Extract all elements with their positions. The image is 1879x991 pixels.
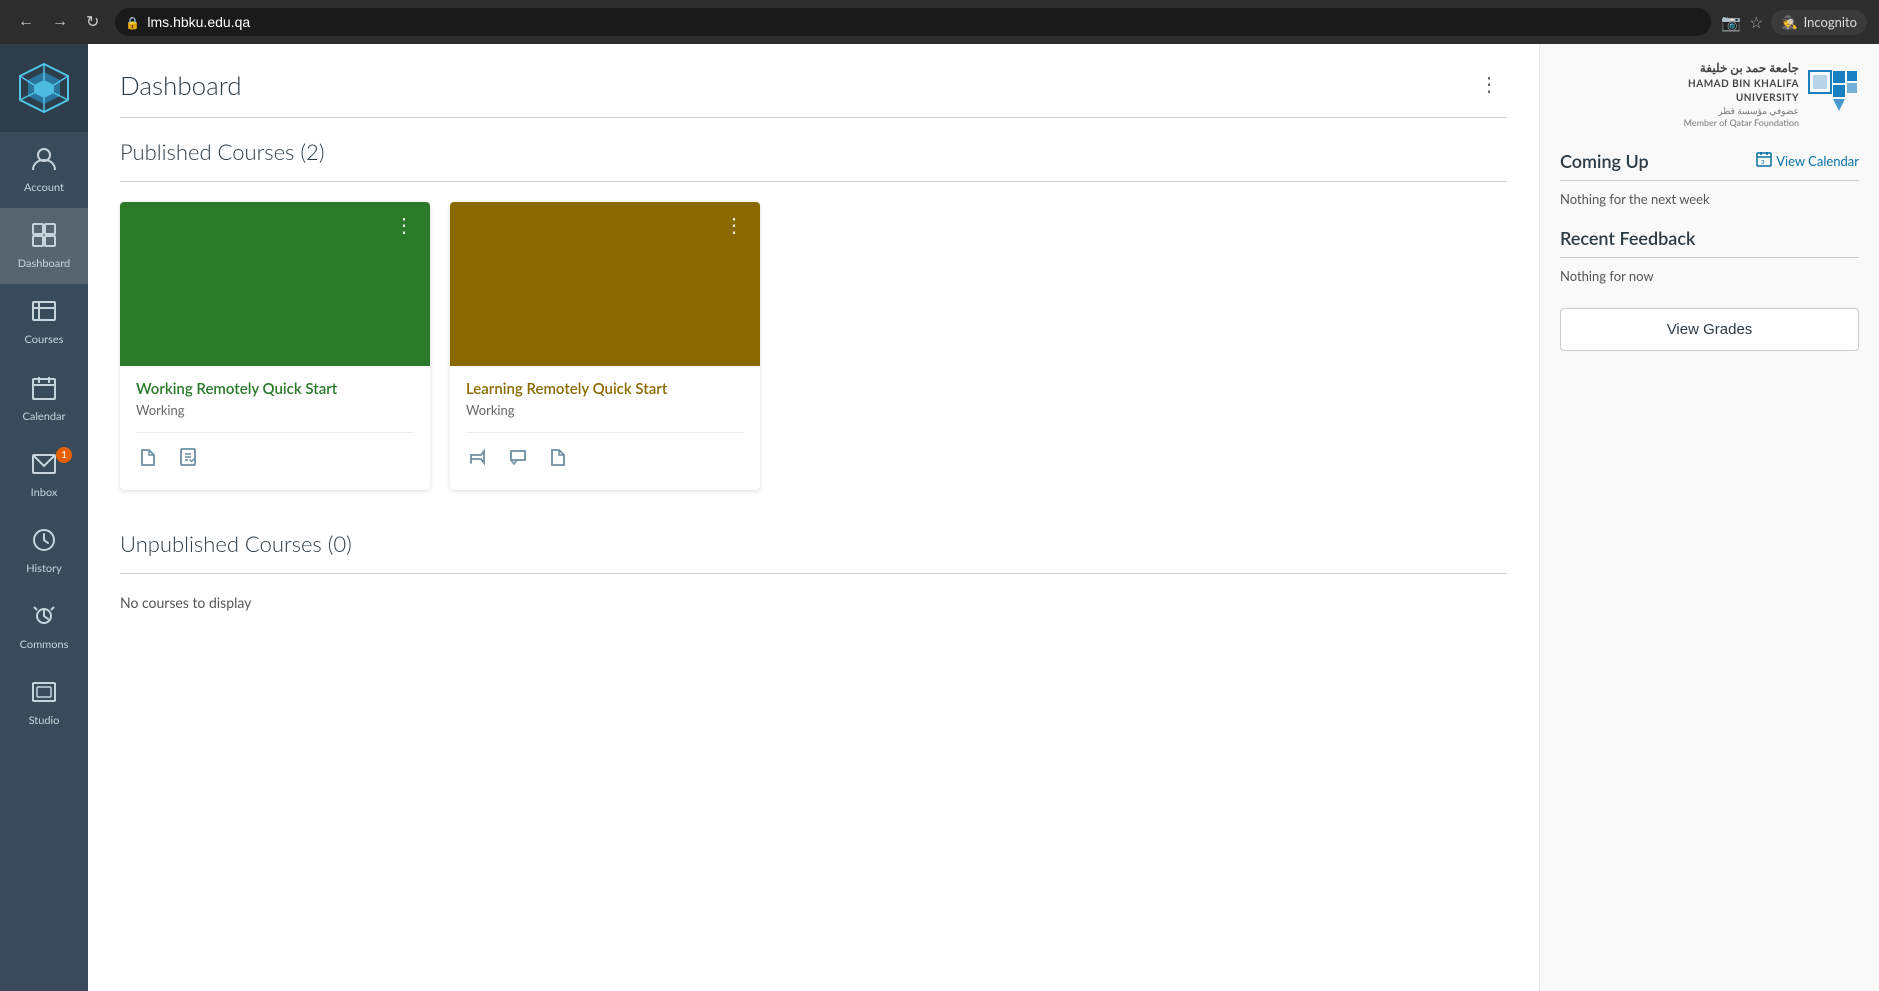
sidebar-item-account[interactable]: Account bbox=[0, 132, 88, 208]
sidebar-item-commons-label: Commons bbox=[20, 638, 69, 651]
sidebar-item-account-label: Account bbox=[24, 181, 64, 194]
coming-up-nothing-text: Nothing for the next week bbox=[1560, 191, 1859, 207]
recent-feedback-section: Recent Feedback Nothing for now bbox=[1560, 227, 1859, 284]
bookmark-icon[interactable]: ☆ bbox=[1749, 13, 1763, 32]
sidebar-item-studio[interactable]: Studio bbox=[0, 665, 88, 741]
course-card-2-header: ⋮ bbox=[450, 202, 760, 366]
courses-icon bbox=[31, 298, 57, 329]
commons-icon bbox=[31, 603, 57, 634]
course-card-2-discussions-button[interactable] bbox=[506, 445, 530, 474]
no-courses-text: No courses to display bbox=[120, 594, 1507, 611]
recent-feedback-divider bbox=[1560, 257, 1859, 258]
back-button[interactable]: ← bbox=[12, 8, 40, 36]
forward-button[interactable]: → bbox=[46, 8, 74, 36]
browser-right-icons: 📷 ☆ 🕵 Incognito bbox=[1721, 10, 1867, 35]
browser-chrome: ← → ↻ 🔒 📷 ☆ 🕵 Incognito bbox=[0, 0, 1879, 44]
svg-text:3: 3 bbox=[1761, 159, 1765, 166]
header-divider bbox=[120, 117, 1507, 118]
reload-button[interactable]: ↻ bbox=[80, 8, 105, 36]
main-content: Dashboard ⋮ Published Courses (2) ⋮ Work… bbox=[88, 44, 1879, 991]
sidebar-item-history-label: History bbox=[26, 562, 62, 575]
course-card-1-header: ⋮ bbox=[120, 202, 430, 366]
account-icon bbox=[31, 146, 57, 177]
view-calendar-label: View Calendar bbox=[1776, 153, 1859, 169]
course-card-2-subtitle: Working bbox=[466, 402, 744, 418]
sidebar-item-inbox[interactable]: 1 Inbox bbox=[0, 437, 88, 513]
published-divider bbox=[120, 181, 1507, 182]
courses-grid: ⋮ Working Remotely Quick Start Working bbox=[120, 202, 1507, 490]
sidebar: Account Dashboard Courses Calendar 1 bbox=[0, 44, 88, 991]
coming-up-divider bbox=[1560, 180, 1859, 181]
dashboard-header: Dashboard ⋮ bbox=[120, 68, 1507, 101]
coming-up-header: Coming Up 3 View Calendar bbox=[1560, 150, 1859, 172]
incognito-icon: 🕵 bbox=[1781, 14, 1797, 31]
inbox-badge: 1 bbox=[56, 447, 72, 463]
calendar-small-icon: 3 bbox=[1756, 151, 1772, 170]
center-area: Dashboard ⋮ Published Courses (2) ⋮ Work… bbox=[88, 44, 1539, 991]
view-calendar-link[interactable]: 3 View Calendar bbox=[1756, 151, 1859, 170]
studio-icon bbox=[31, 679, 57, 710]
course-card-1[interactable]: ⋮ Working Remotely Quick Start Working bbox=[120, 202, 430, 490]
sidebar-item-studio-label: Studio bbox=[29, 714, 60, 727]
course-card-1-files-button[interactable] bbox=[136, 445, 160, 474]
course-card-2-announcements-button[interactable] bbox=[466, 445, 490, 474]
uni-name-arabic: جامعة حمد بن خليفة bbox=[1684, 60, 1799, 77]
inbox-icon bbox=[31, 451, 57, 482]
course-card-2-body: Learning Remotely Quick Start Working bbox=[450, 366, 760, 490]
course-card-1-subtitle: Working bbox=[136, 402, 414, 418]
browser-nav: ← → ↻ bbox=[12, 8, 105, 36]
course-card-2-files-button[interactable] bbox=[546, 445, 570, 474]
sidebar-item-history[interactable]: History bbox=[0, 513, 88, 589]
hbku-logo-icon bbox=[1807, 69, 1859, 121]
sidebar-item-courses-label: Courses bbox=[25, 333, 64, 346]
right-sidebar: جامعة حمد بن خليفة HAMAD BIN KHALIFAUNIV… bbox=[1539, 44, 1879, 991]
published-courses-title: Published Courses (2) bbox=[120, 138, 1507, 165]
course-card-2-menu-button[interactable]: ⋮ bbox=[720, 214, 748, 238]
app-container: Account Dashboard Courses Calendar 1 bbox=[0, 44, 1879, 991]
course-card-2-title: Learning Remotely Quick Start bbox=[466, 380, 744, 398]
university-logo: جامعة حمد بن خليفة HAMAD BIN KHALIFAUNIV… bbox=[1684, 60, 1859, 130]
coming-up-section: Coming Up 3 View Calendar Nothing for th… bbox=[1560, 150, 1859, 207]
camera-off-icon: 📷 bbox=[1721, 13, 1741, 32]
address-bar[interactable] bbox=[115, 8, 1711, 36]
university-name: جامعة حمد بن خليفة HAMAD BIN KHALIFAUNIV… bbox=[1684, 60, 1799, 130]
course-card-2-icons bbox=[466, 432, 744, 474]
sidebar-item-courses[interactable]: Courses bbox=[0, 284, 88, 360]
course-card-1-assignments-button[interactable] bbox=[176, 445, 200, 474]
sidebar-item-commons[interactable]: Commons bbox=[0, 589, 88, 665]
course-card-1-icons bbox=[136, 432, 414, 474]
sidebar-item-calendar-label: Calendar bbox=[23, 410, 66, 423]
university-logo-area: جامعة حمد بن خليفة HAMAD BIN KHALIFAUNIV… bbox=[1560, 60, 1859, 130]
uni-member-text: عضوفي مؤسسة قطرMember of Qatar Foundatio… bbox=[1684, 105, 1799, 130]
sidebar-item-dashboard[interactable]: Dashboard bbox=[0, 208, 88, 284]
sidebar-item-inbox-label: Inbox bbox=[31, 486, 58, 499]
uni-name-english: HAMAD BIN KHALIFAUNIVERSITY bbox=[1684, 77, 1799, 105]
canvas-logo-svg bbox=[18, 62, 70, 114]
coming-up-title: Coming Up bbox=[1560, 150, 1649, 172]
unpublished-divider bbox=[120, 573, 1507, 574]
incognito-badge: 🕵 Incognito bbox=[1771, 10, 1867, 35]
view-grades-button[interactable]: View Grades bbox=[1560, 308, 1859, 351]
page-title: Dashboard bbox=[120, 69, 242, 101]
dashboard-menu-button[interactable]: ⋮ bbox=[1471, 68, 1507, 101]
dashboard-icon bbox=[31, 222, 57, 253]
history-icon bbox=[31, 527, 57, 558]
sidebar-item-dashboard-label: Dashboard bbox=[18, 257, 70, 270]
unpublished-courses-title: Unpublished Courses (0) bbox=[120, 530, 1507, 557]
address-bar-wrapper: 🔒 bbox=[115, 8, 1711, 36]
course-card-1-title: Working Remotely Quick Start bbox=[136, 380, 414, 398]
course-card-1-body: Working Remotely Quick Start Working bbox=[120, 366, 430, 490]
calendar-icon bbox=[31, 375, 57, 406]
content-wrapper: Dashboard ⋮ Published Courses (2) ⋮ Work… bbox=[88, 44, 1879, 991]
recent-feedback-title: Recent Feedback bbox=[1560, 227, 1859, 249]
recent-feedback-nothing-text: Nothing for now bbox=[1560, 268, 1859, 284]
sidebar-logo[interactable] bbox=[0, 44, 88, 132]
course-card-1-menu-button[interactable]: ⋮ bbox=[390, 214, 418, 238]
sidebar-item-calendar[interactable]: Calendar bbox=[0, 361, 88, 437]
course-card-2[interactable]: ⋮ Learning Remotely Quick Start Working bbox=[450, 202, 760, 490]
incognito-label: Incognito bbox=[1804, 14, 1857, 30]
